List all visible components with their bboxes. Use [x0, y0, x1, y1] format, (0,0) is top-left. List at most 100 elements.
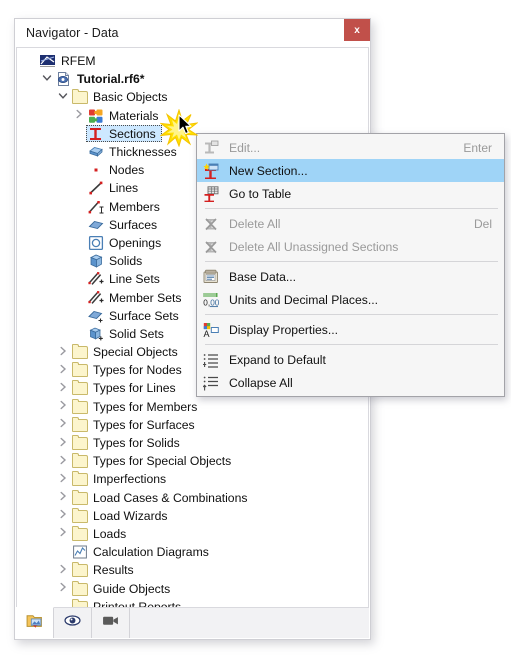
tree-item-content[interactable]: Loads: [70, 525, 132, 542]
chevron-right-icon[interactable]: [71, 109, 86, 122]
chevron-right-icon[interactable]: [55, 527, 70, 540]
tree-item-types-for-surfaces[interactable]: Types for Surfaces: [17, 416, 368, 434]
folder-icon: [72, 580, 88, 597]
tree-item-content[interactable]: Types for Surfaces: [70, 416, 201, 433]
tree-item-content[interactable]: Load Wizards: [70, 507, 174, 524]
tree-item-content[interactable]: Line Sets: [86, 271, 166, 288]
tree-item-content[interactable]: Types for Nodes: [70, 362, 188, 379]
tree-item-label: Types for Special Objects: [93, 454, 232, 469]
chevron-right-icon[interactable]: [55, 582, 70, 595]
tree-item-results[interactable]: Results: [17, 561, 368, 579]
tree-item-label: Surfaces: [109, 217, 158, 232]
menu-separator: [205, 314, 498, 315]
tree-item-loads[interactable]: Loads: [17, 525, 368, 543]
chevron-right-icon[interactable]: [55, 437, 70, 450]
tree-item-content[interactable]: Solid Sets: [86, 325, 170, 342]
menu-item-label: Display Properties...: [229, 322, 339, 337]
menu-item-units-and-decimal-places[interactable]: 0, 00 Units and Decimal Places...: [197, 288, 504, 311]
tree-item-basic-objects[interactable]: Basic Objects: [17, 88, 368, 106]
tree-item-content[interactable]: Load Cases & Combinations: [70, 489, 253, 506]
tree-item-content[interactable]: Results: [70, 562, 140, 579]
tree-item-content[interactable]: Types for Special Objects: [70, 453, 237, 470]
tree-item-selected-highlight[interactable]: Sections: [86, 125, 162, 143]
chevron-right-icon[interactable]: [55, 382, 70, 395]
tree-item-label: Materials: [109, 108, 159, 123]
go-to-table-icon: [201, 185, 221, 202]
menu-item-label: Expand to Default: [229, 352, 326, 367]
node-icon: [88, 162, 104, 178]
folder-icon: [72, 471, 88, 487]
tree-item-content[interactable]: Solids: [86, 253, 148, 270]
tree-item-content[interactable]: RFEM: [38, 53, 102, 70]
menu-item-collapse-all[interactable]: Collapse All: [197, 371, 504, 394]
views-navigator-tab[interactable]: [92, 608, 130, 638]
folder-icon: [72, 489, 88, 506]
tree-item-content[interactable]: Tutorial.rf6*: [54, 71, 151, 88]
tree-item-materials[interactable]: Materials: [17, 107, 368, 125]
tree-item-content[interactable]: Nodes: [86, 162, 150, 179]
tree-item-content[interactable]: Surfaces: [86, 216, 163, 233]
tree-item-guide-objects[interactable]: Guide Objects: [17, 579, 368, 597]
sections-context-menu[interactable]: Edit... Enter New Section... Go to Table Del…: [196, 133, 505, 397]
chevron-right-icon[interactable]: [55, 509, 70, 522]
menu-item-base-data[interactable]: Base Data...: [197, 265, 504, 288]
tree-item-label: Sections: [109, 126, 156, 141]
tree-item-content[interactable]: Members: [86, 198, 166, 215]
chevron-right-icon[interactable]: [55, 418, 70, 431]
menu-item-new-section[interactable]: New Section...: [197, 159, 504, 182]
tree-item-label: Loads: [93, 526, 127, 541]
camera-icon: [102, 612, 119, 634]
tree-item-label: Load Wizards: [93, 508, 168, 523]
tree-item-content[interactable]: Calculation Diagrams: [70, 544, 215, 561]
tree-item-content[interactable]: Types for Solids: [70, 435, 186, 452]
tree-item-content[interactable]: Thicknesses: [86, 144, 183, 161]
chevron-down-icon[interactable]: [39, 73, 54, 86]
close-icon[interactable]: x: [344, 19, 370, 41]
menu-item-expand-to-default[interactable]: Expand to Default: [197, 348, 504, 371]
tree-item-content[interactable]: Types for Lines: [70, 380, 182, 397]
menu-item-go-to-table[interactable]: Go to Table: [197, 182, 504, 205]
tree-item-load-wizards[interactable]: Load Wizards: [17, 507, 368, 525]
folder-icon: [72, 507, 88, 524]
tree-item-types-for-solids[interactable]: Types for Solids: [17, 434, 368, 452]
tree-item-types-for-special-objects[interactable]: Types for Special Objects: [17, 452, 368, 470]
tree-item-content[interactable]: Materials: [86, 107, 164, 124]
chevron-down-icon[interactable]: [55, 91, 70, 104]
tree-item-load-cases-combinations[interactable]: Load Cases & Combinations: [17, 489, 368, 507]
tree-item-content[interactable]: Guide Objects: [70, 580, 176, 597]
folder-icon: [72, 89, 88, 105]
tree-item-content[interactable]: Imperfections: [70, 471, 172, 488]
tree-item-printout-reports[interactable]: Printout Reports: [17, 598, 368, 607]
menu-item-display-properties[interactable]: A Display Properties...: [197, 318, 504, 341]
chevron-right-icon[interactable]: [55, 473, 70, 486]
folder-icon: [72, 598, 88, 607]
tree-item-tutorial-rf6[interactable]: Tutorial.rf6*: [17, 70, 368, 88]
tree-item-content[interactable]: Basic Objects: [70, 89, 174, 106]
chevron-right-icon[interactable]: [55, 491, 70, 504]
tree-item-imperfections[interactable]: Imperfections: [17, 470, 368, 488]
tree-item-rfem[interactable]: RFEM: [17, 52, 368, 70]
tree-item-label: Guide Objects: [93, 581, 171, 596]
tree-item-types-for-members[interactable]: Types for Members: [17, 398, 368, 416]
chevron-right-icon[interactable]: [55, 564, 70, 577]
tree-item-content[interactable]: Member Sets: [86, 289, 187, 306]
folder-icon: [72, 525, 88, 542]
tree-item-content[interactable]: Types for Members: [70, 398, 203, 415]
line-icon: [88, 180, 104, 196]
menu-item-label: Go to Table: [229, 186, 292, 201]
tree-item-content[interactable]: Openings: [86, 234, 167, 251]
chevron-right-icon[interactable]: [55, 364, 70, 377]
chevron-right-icon[interactable]: [55, 400, 70, 413]
tree-item-calculation-diagrams[interactable]: Calculation Diagrams: [17, 543, 368, 561]
tree-item-content[interactable]: Surface Sets: [86, 307, 185, 324]
tree-item-content[interactable]: Printout Reports: [70, 598, 187, 607]
tree-item-label: Tutorial.rf6*: [77, 72, 145, 87]
chevron-right-icon[interactable]: [55, 346, 70, 359]
menu-item-label: Base Data...: [229, 269, 297, 284]
tree-item-content[interactable]: Lines: [86, 180, 144, 197]
tree-item-content[interactable]: Special Objects: [70, 344, 184, 361]
chevron-right-icon[interactable]: [55, 455, 70, 468]
display-navigator-tab[interactable]: [54, 608, 92, 638]
data-navigator-tab[interactable]: [16, 607, 54, 638]
tree-item-label: Types for Members: [93, 399, 198, 414]
